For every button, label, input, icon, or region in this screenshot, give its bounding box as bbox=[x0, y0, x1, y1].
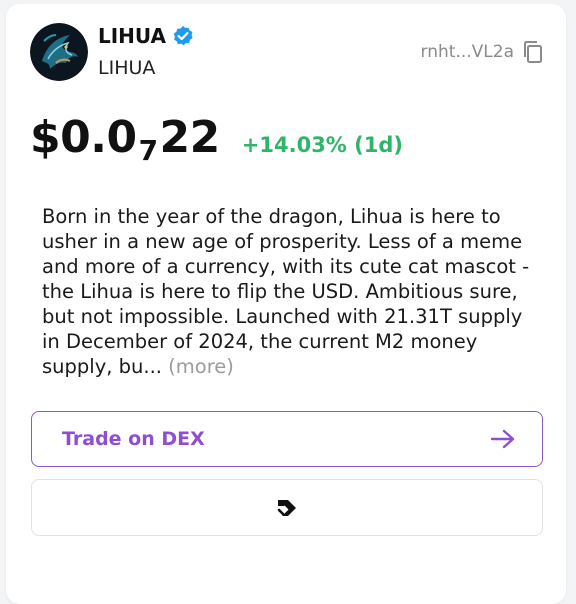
contract-address[interactable]: rnht...VL2a bbox=[421, 40, 544, 64]
token-description: Born in the year of the dragon, Lihua is… bbox=[42, 204, 542, 379]
price-change: +14.03% (1d) bbox=[241, 133, 403, 157]
price-zero-count: 7 bbox=[138, 134, 158, 167]
trade-on-dex-button[interactable]: Trade on DEX bbox=[31, 411, 543, 467]
contract-address-text[interactable]: rnht...VL2a bbox=[421, 42, 514, 62]
price-row: $0.0722 +14.03% (1d) bbox=[30, 112, 403, 167]
token-name-row: LIHUA bbox=[98, 24, 194, 48]
token-name: LIHUA bbox=[98, 24, 167, 48]
copy-icon[interactable] bbox=[522, 40, 544, 64]
more-link[interactable]: (more) bbox=[168, 355, 234, 378]
price-suffix: 22 bbox=[159, 112, 221, 163]
token-price: $0.0722 bbox=[30, 112, 220, 167]
price-prefix: $0.0 bbox=[30, 112, 137, 163]
verified-check-icon bbox=[172, 25, 194, 47]
dex-logo-icon bbox=[275, 496, 299, 520]
token-symbol: LIHUA bbox=[98, 57, 156, 79]
token-card: LIHUA LIHUA rnht...VL2a $0.0722 +14.03% … bbox=[6, 4, 566, 604]
token-avatar bbox=[30, 23, 88, 81]
arrow-right-icon bbox=[490, 428, 516, 450]
trade-button-label: Trade on DEX bbox=[62, 428, 205, 450]
description-text: Born in the year of the dragon, Lihua is… bbox=[42, 205, 530, 378]
dex-logo-button[interactable] bbox=[31, 479, 543, 536]
